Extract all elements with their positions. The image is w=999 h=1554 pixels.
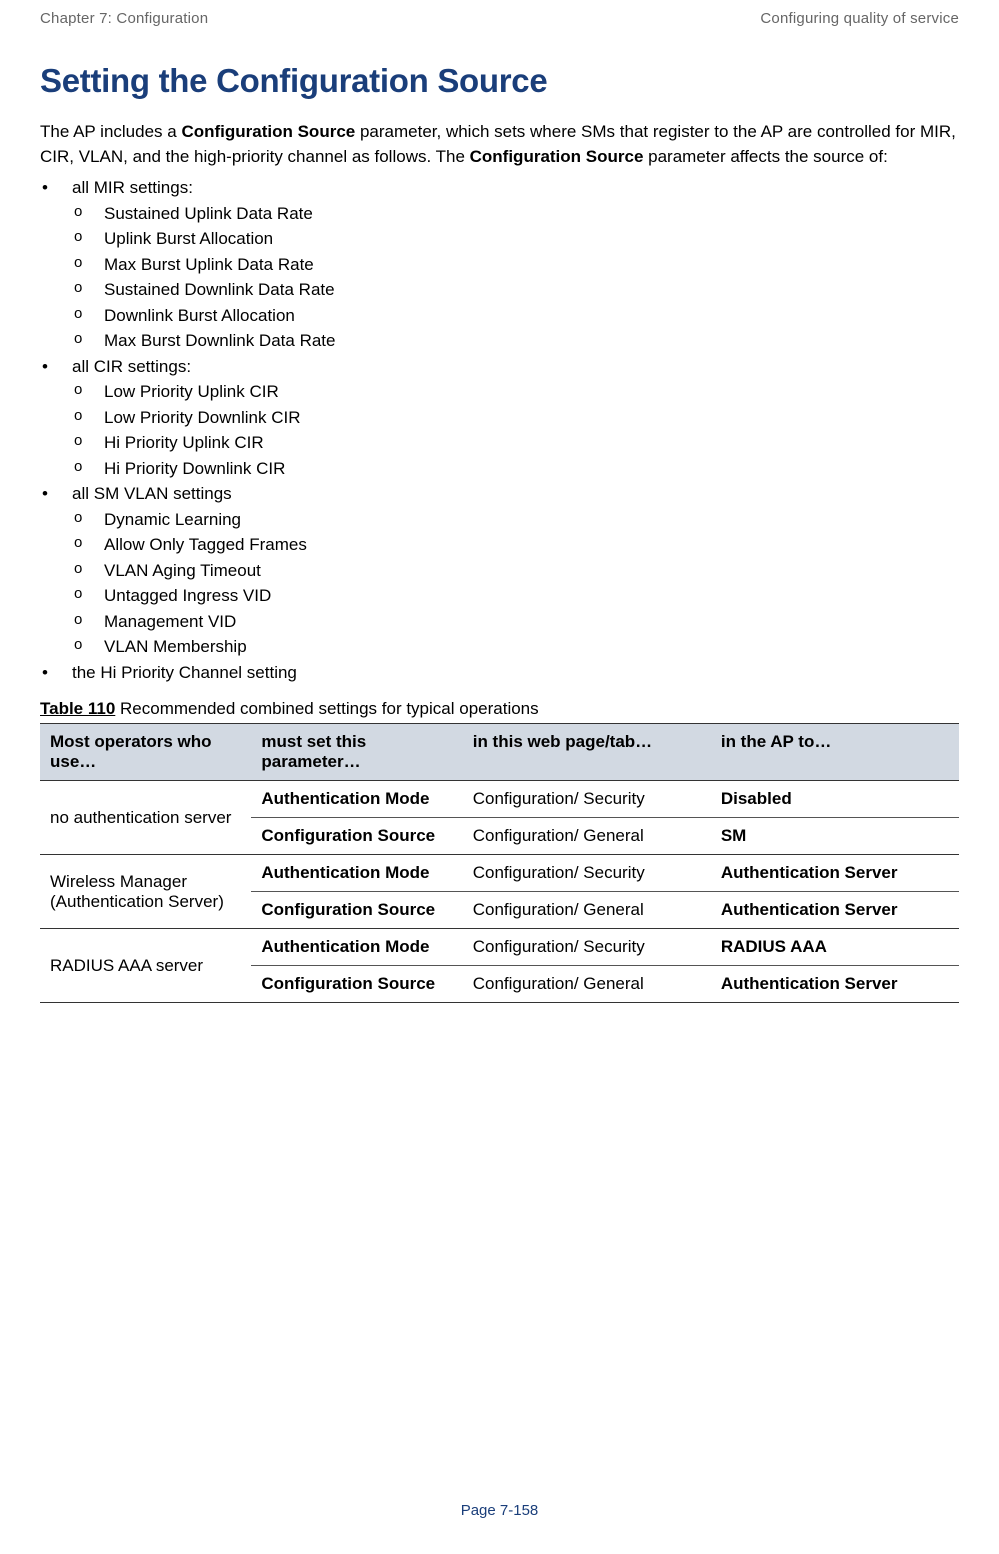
running-header: Chapter 7: Configuration Configuring qua… <box>40 10 959 27</box>
intro-post: parameter affects the source of: <box>643 147 887 166</box>
value-cell: SM <box>711 818 959 855</box>
list-label: all CIR settings: <box>72 357 191 376</box>
table-caption-text: Recommended combined settings for typica… <box>115 699 538 718</box>
table-row: Wireless Manager (Authentication Server)… <box>40 855 959 892</box>
sublist-item: Hi Priority Downlink CIR <box>72 456 959 482</box>
group-label: no authentication server <box>40 781 251 855</box>
page-cell: Configuration/ Security <box>463 781 711 818</box>
list-label: the Hi Priority Channel setting <box>72 663 297 682</box>
sublist-item: Max Burst Downlink Data Rate <box>72 328 959 354</box>
sublist-item: Management VID <box>72 609 959 635</box>
table-header-row: Most operators who use… must set this pa… <box>40 724 959 781</box>
sublist-item: Max Burst Uplink Data Rate <box>72 252 959 278</box>
value-cell: RADIUS AAA <box>711 929 959 966</box>
sublist-item: Dynamic Learning <box>72 507 959 533</box>
sublist: Low Priority Uplink CIR Low Priority Dow… <box>72 379 959 481</box>
page-cell: Configuration/ General <box>463 818 711 855</box>
param-cell: Authentication Mode <box>251 929 462 966</box>
sublist-item: VLAN Membership <box>72 634 959 660</box>
settings-list: all MIR settings: Sustained Uplink Data … <box>40 175 959 685</box>
value-cell: Disabled <box>711 781 959 818</box>
sublist-item: Sustained Downlink Data Rate <box>72 277 959 303</box>
sublist-item: Allow Only Tagged Frames <box>72 532 959 558</box>
page-cell: Configuration/ Security <box>463 929 711 966</box>
page-cell: Configuration/ General <box>463 892 711 929</box>
page: Chapter 7: Configuration Configuring qua… <box>0 0 999 1554</box>
param-cell: Authentication Mode <box>251 781 462 818</box>
sublist-item: Low Priority Uplink CIR <box>72 379 959 405</box>
sublist-item: Hi Priority Uplink CIR <box>72 430 959 456</box>
value-cell: Authentication Server <box>711 855 959 892</box>
page-cell: Configuration/ Security <box>463 855 711 892</box>
sublist-item: Untagged Ingress VID <box>72 583 959 609</box>
col-value: in the AP to… <box>711 724 959 781</box>
col-page: in this web page/tab… <box>463 724 711 781</box>
param-cell: Configuration Source <box>251 818 462 855</box>
list-item: all MIR settings: Sustained Uplink Data … <box>40 175 959 354</box>
sublist: Dynamic Learning Allow Only Tagged Frame… <box>72 507 959 660</box>
list-item: the Hi Priority Channel setting <box>40 660 959 686</box>
list-label: all SM VLAN settings <box>72 484 232 503</box>
list-item: all CIR settings: Low Priority Uplink CI… <box>40 354 959 482</box>
sublist-item: Low Priority Downlink CIR <box>72 405 959 431</box>
value-cell: Authentication Server <box>711 966 959 1003</box>
sublist-item: Sustained Uplink Data Rate <box>72 201 959 227</box>
page-title: Setting the Configuration Source <box>40 62 959 100</box>
sublist-item: Downlink Burst Allocation <box>72 303 959 329</box>
header-left: Chapter 7: Configuration <box>40 10 208 27</box>
header-right: Configuring quality of service <box>760 10 959 27</box>
param-cell: Configuration Source <box>251 892 462 929</box>
intro-b2: Configuration Source <box>470 147 644 166</box>
col-operators: Most operators who use… <box>40 724 251 781</box>
sublist-item: VLAN Aging Timeout <box>72 558 959 584</box>
intro-paragraph: The AP includes a Configuration Source p… <box>40 120 959 169</box>
table-caption: Table 110 Recommended combined settings … <box>40 699 959 719</box>
param-cell: Authentication Mode <box>251 855 462 892</box>
intro-pre: The AP includes a <box>40 122 181 141</box>
list-label: all MIR settings: <box>72 178 193 197</box>
settings-table: Most operators who use… must set this pa… <box>40 723 959 1003</box>
param-cell: Configuration Source <box>251 966 462 1003</box>
group-label: RADIUS AAA server <box>40 929 251 1003</box>
sublist: Sustained Uplink Data Rate Uplink Burst … <box>72 201 959 354</box>
table-label: Table 110 <box>40 699 115 718</box>
page-number: Page 7-158 <box>0 1502 999 1519</box>
intro-b1: Configuration Source <box>181 122 355 141</box>
sublist-item: Uplink Burst Allocation <box>72 226 959 252</box>
value-cell: Authentication Server <box>711 892 959 929</box>
list-item: all SM VLAN settings Dynamic Learning Al… <box>40 481 959 660</box>
group-label: Wireless Manager (Authentication Server) <box>40 855 251 929</box>
table-row: RADIUS AAA server Authentication Mode Co… <box>40 929 959 966</box>
col-parameter: must set this parameter… <box>251 724 462 781</box>
page-cell: Configuration/ General <box>463 966 711 1003</box>
table-row: no authentication server Authentication … <box>40 781 959 818</box>
